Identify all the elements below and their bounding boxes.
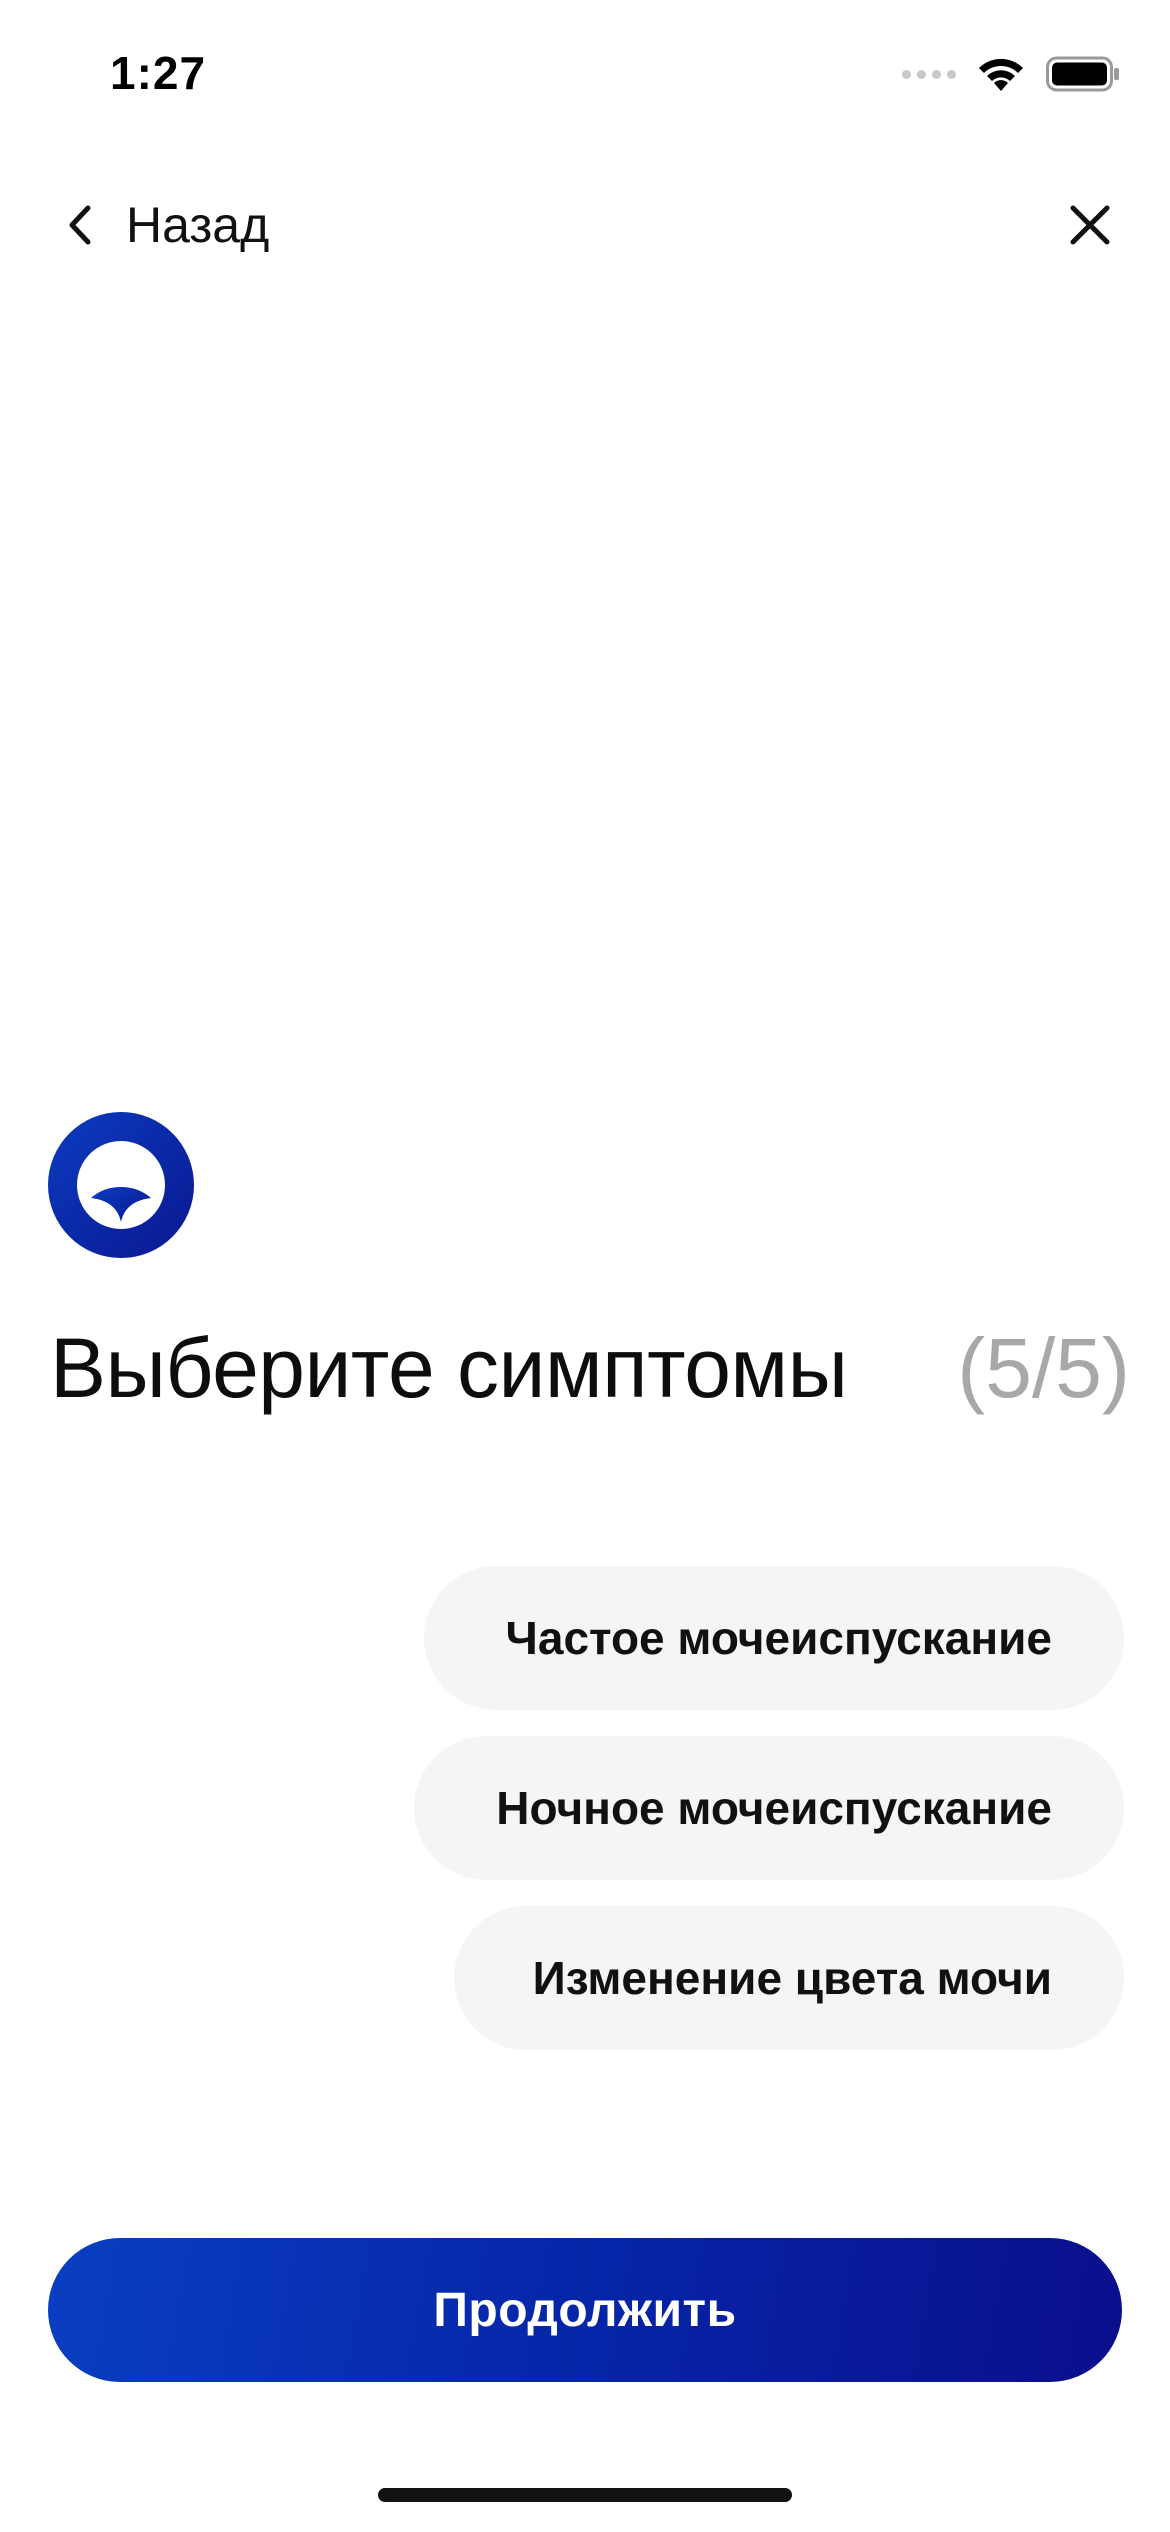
- chevron-left-icon: [69, 205, 91, 245]
- close-icon: [1070, 205, 1110, 245]
- option-chip-frequent-urination[interactable]: Частое мочеиспускание: [424, 1566, 1124, 1710]
- back-button[interactable]: Назад: [60, 190, 269, 260]
- step-counter: (5/5): [957, 1321, 1130, 1415]
- wifi-icon: [979, 58, 1023, 91]
- brand-logo-icon: [48, 1112, 194, 1258]
- title-row: Выберите симптомы (5/5): [50, 1320, 1130, 1420]
- close-button[interactable]: [1050, 185, 1130, 265]
- option-chip-urine-color-change[interactable]: Изменение цвета мочи: [454, 1906, 1124, 2050]
- battery-icon: [1046, 56, 1119, 92]
- continue-button[interactable]: Продолжить: [48, 2238, 1122, 2382]
- home-indicator: [378, 2488, 792, 2502]
- status-bar: 1:27: [0, 0, 1170, 150]
- top-navigation: Назад: [0, 180, 1170, 270]
- symptom-options: Частое мочеиспускание Ночное мочеиспуска…: [414, 1566, 1124, 2050]
- cellular-signal-icon: [902, 69, 956, 79]
- page-title: Выберите симптомы: [50, 1321, 848, 1415]
- status-time: 1:27: [110, 47, 207, 99]
- option-chip-night-urination[interactable]: Ночное мочеиспускание: [414, 1736, 1124, 1880]
- status-icons: [902, 52, 1120, 96]
- back-label: Назад: [126, 197, 270, 253]
